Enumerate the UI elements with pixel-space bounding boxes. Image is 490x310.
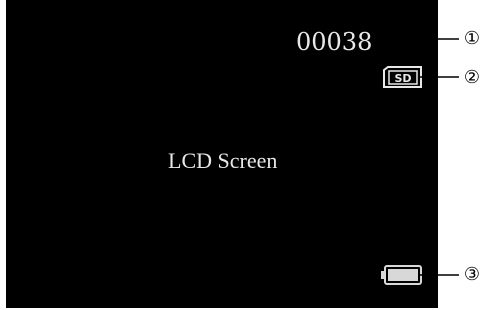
callout-2: ② <box>463 67 481 88</box>
callout-1: ① <box>463 28 481 49</box>
callout-leader-lines <box>378 38 459 276</box>
callout-3: ③ <box>463 264 481 285</box>
